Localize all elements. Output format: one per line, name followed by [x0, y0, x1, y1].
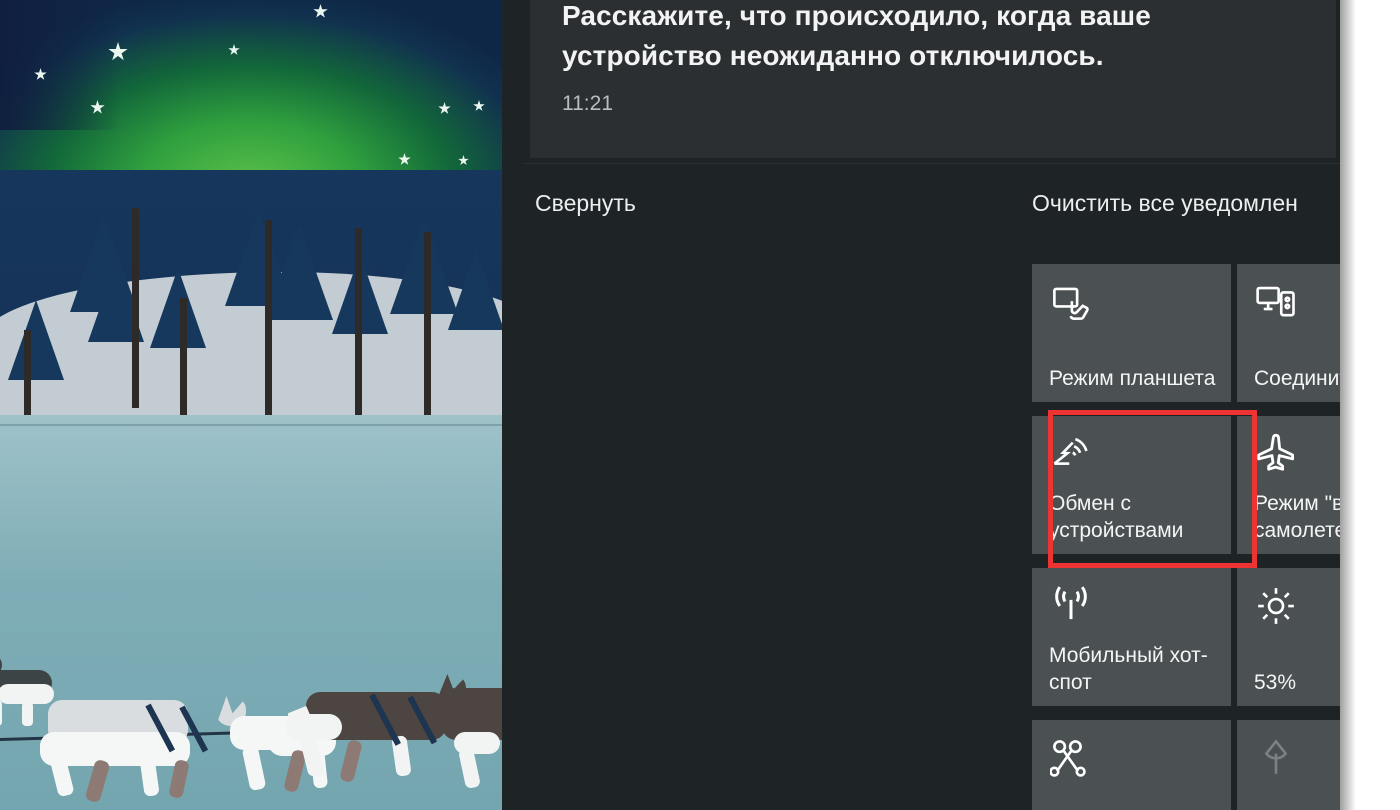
ground-horizon-line: [0, 424, 502, 426]
panel-edge-shadow: [1340, 0, 1356, 810]
tree-trunk: [265, 220, 272, 428]
quick-action-tile-brightness[interactable]: 53%: [1237, 568, 1340, 706]
quick-action-tile-nearby-share[interactable]: Обмен с устройствами: [1032, 416, 1231, 554]
screen: Расскажите, что происходило, когда ваше …: [0, 0, 1400, 810]
tree-trunk: [424, 232, 431, 428]
tile-label: Режим "в самолете": [1254, 492, 1340, 542]
notification-timestamp: 11:21: [562, 92, 613, 115]
tile-label: Соединиться: [1254, 366, 1340, 390]
tile-label: Мобильный хот-спот: [1049, 644, 1208, 694]
collapse-button[interactable]: Свернуть: [535, 190, 636, 217]
sled-dog: [436, 670, 502, 790]
connect-icon: [1255, 281, 1297, 323]
notification-text: Расскажите, что происходило, когда ваше …: [562, 0, 1151, 71]
tablet-mode-icon: [1050, 281, 1092, 323]
quick-action-tile-connect[interactable]: Соединиться: [1237, 264, 1340, 402]
notification-card[interactable]: Расскажите, что происходило, когда ваше …: [530, 0, 1336, 158]
tile-label: Обмен с устройствами: [1049, 492, 1184, 542]
quick-action-tile-airplane-mode[interactable]: Режим "в самолете": [1237, 416, 1340, 554]
pine-tree: [265, 224, 333, 320]
battery-saver-leaf-icon: [1255, 737, 1297, 779]
brightness-icon: [1255, 585, 1297, 627]
pine-tree: [448, 250, 502, 330]
quick-action-tile-virtual-network[interactable]: Виртуальная: [1032, 720, 1231, 810]
pine-tree: [8, 300, 64, 380]
clear-all-notifications-button[interactable]: Очистить все уведомлен: [1032, 190, 1340, 217]
tree-trunk: [180, 298, 187, 428]
vpn-icon: [1050, 737, 1092, 779]
quick-action-tile-battery-saver[interactable]: Экономия: [1237, 720, 1340, 810]
pine-tree: [150, 268, 206, 348]
notification-divider: [524, 163, 1340, 164]
nearby-share-icon: [1050, 433, 1092, 475]
sled-dog: [30, 690, 230, 804]
quick-action-tile-mobile-hotspot[interactable]: Мобильный хот-спот: [1032, 568, 1231, 706]
action-center-header: Свернуть Очистить все уведомлен: [502, 190, 1340, 242]
tree-trunk: [132, 208, 139, 408]
tile-label: Режим планшета: [1049, 366, 1216, 390]
tile-label: 53%: [1254, 670, 1297, 694]
quick-actions-grid: Режим планшета Соединиться: [1032, 264, 1340, 810]
action-center-panel: Расскажите, что происходило, когда ваше …: [502, 0, 1340, 810]
quick-action-tile-tablet-mode[interactable]: Режим планшета: [1032, 264, 1231, 402]
tree-trunk: [355, 228, 362, 428]
hotspot-icon: [1050, 585, 1092, 627]
sky-dark-corner: [0, 0, 120, 130]
airplane-icon: [1255, 433, 1297, 475]
desktop-wallpaper: [0, 0, 502, 810]
